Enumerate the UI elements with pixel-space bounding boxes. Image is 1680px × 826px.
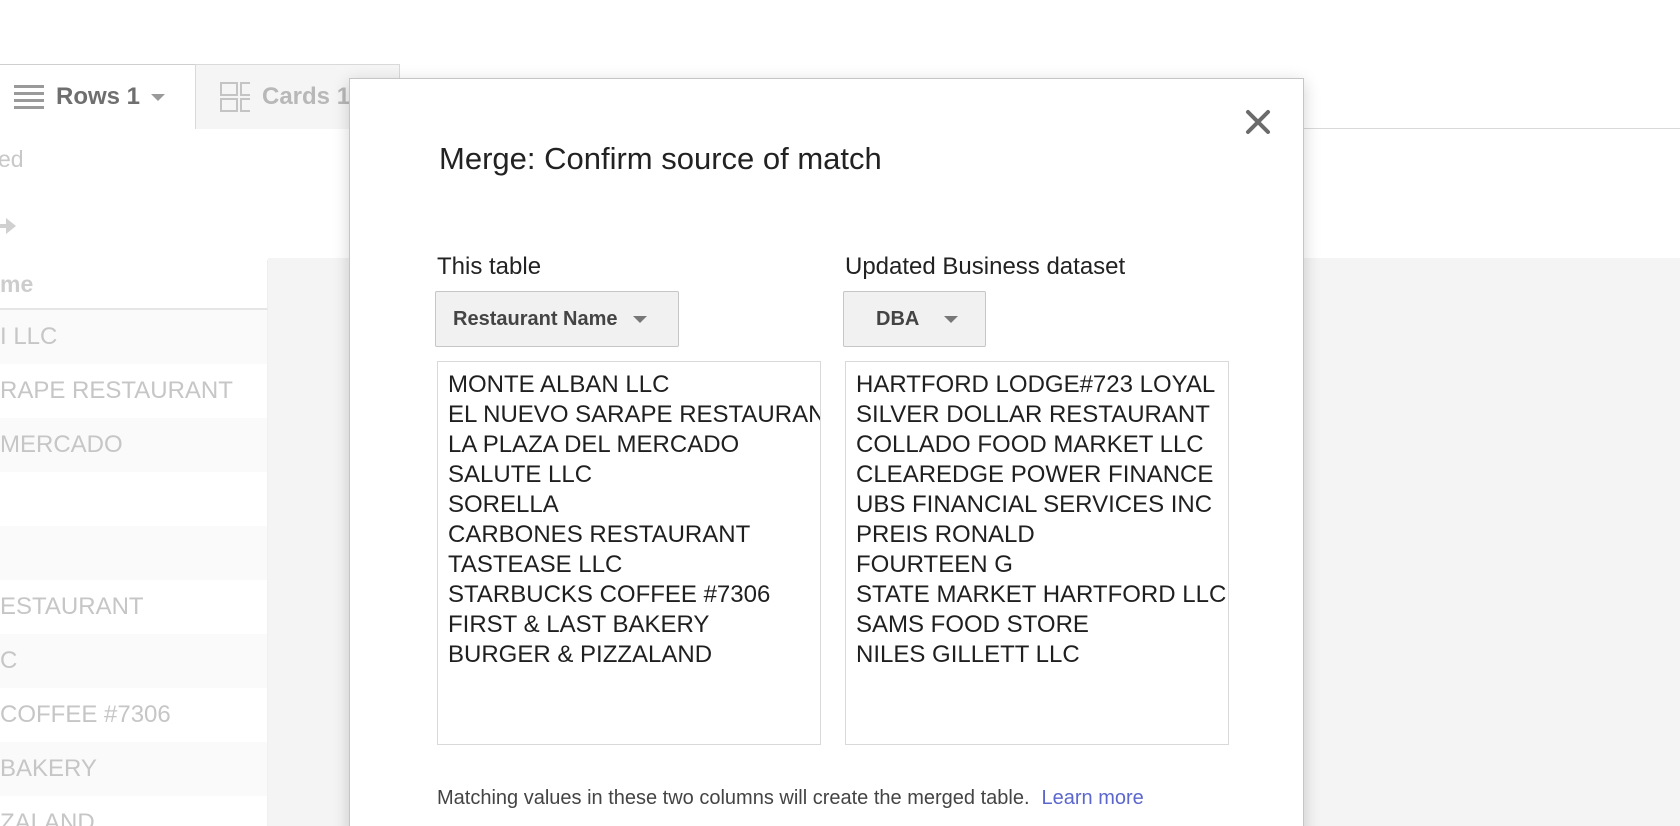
this-table-column-dropdown[interactable]: Restaurant Name [435, 291, 679, 347]
list-item: FIRST & LAST BAKERY [448, 611, 710, 638]
table-row[interactable]: C [0, 634, 268, 688]
list-item: SALUTE LLC [448, 461, 593, 488]
dataset-values-list[interactable]: HARTFORD LODGE#723 LOYAL SILVER DOLLAR RE… [845, 361, 1229, 745]
chevron-down-icon [943, 314, 959, 324]
list-item: SAMS FOOD STORE [856, 611, 1089, 638]
this-table-label: This table [437, 253, 542, 280]
merge-dialog: Merge: Confirm source of match This tabl… [349, 78, 1304, 826]
list-item: CARBONES RESTAURANT [448, 521, 751, 548]
table-row[interactable]: BAKERY [0, 742, 268, 796]
data-table: me I LLC RAPE RESTAURANT MERCADO ESTAURANT C… [0, 260, 268, 826]
list-item: LA PLAZA DEL MERCADO [448, 431, 740, 458]
list-item: CLEAREDGE POWER FINANCE [856, 461, 1214, 488]
learn-more-link[interactable]: Learn more [1042, 787, 1144, 809]
footer-note-text: Matching values in these two columns wil… [437, 787, 1030, 809]
status-text: ed [0, 146, 24, 172]
dataset-column-selected: DBA [876, 307, 920, 330]
cards-grid-icon [220, 82, 250, 112]
table-row[interactable]: MERCADO [0, 418, 268, 472]
list-item: PREIS RONALD [856, 521, 1035, 548]
table-cell: RAPE RESTAURANT [0, 377, 233, 404]
this-table-values-list[interactable]: MONTE ALBAN LLC EL NUEVO SARAPE RESTAURAN… [437, 361, 821, 745]
list-item: MONTE ALBAN LLC [448, 371, 670, 398]
dataset-column-dropdown[interactable]: DBA [843, 291, 986, 347]
list-item: SORELLA [448, 491, 559, 518]
table-row[interactable] [0, 472, 268, 526]
this-table-column-selected: Restaurant Name [453, 307, 618, 330]
table-row[interactable]: I LLC [0, 310, 268, 364]
list-item: EL NUEVO SARAPE RESTAURANT [448, 401, 821, 428]
table-row[interactable] [0, 526, 268, 580]
table-cell: MERCADO [0, 431, 123, 458]
table-cell: C [0, 647, 18, 674]
table-row[interactable]: COFFEE #7306 [0, 688, 268, 742]
table-row[interactable]: RAPE RESTAURANT [0, 364, 268, 418]
tab-rows[interactable]: Rows 1 [0, 64, 196, 129]
table-row[interactable]: ZALAND [0, 796, 268, 826]
list-item: STATE MARKET HARTFORD LLC [856, 581, 1227, 608]
list-item: TASTEASE LLC [448, 551, 623, 578]
list-item: HARTFORD LODGE#723 LOYAL [856, 371, 1216, 398]
table-row[interactable]: ESTAURANT [0, 580, 268, 634]
chevron-down-icon [632, 314, 648, 324]
table-cell: BAKERY [0, 755, 97, 782]
list-item: BURGER & PIZZALAND [448, 641, 713, 668]
column-header-name[interactable]: me [0, 260, 268, 310]
chevron-down-icon [150, 92, 166, 102]
table-cell: COFFEE #7306 [0, 701, 171, 728]
expand-arrow-icon[interactable] [0, 216, 18, 241]
list-item: UBS FINANCIAL SERVICES INC [856, 491, 1213, 518]
dataset-label: Updated Business dataset [845, 253, 1126, 280]
list-item: SILVER DOLLAR RESTAURANT [856, 401, 1210, 428]
tab-rows-label: Rows 1 [56, 83, 141, 110]
table-cell: I LLC [0, 323, 58, 350]
table-cell: ESTAURANT [0, 593, 144, 620]
rows-list-icon [14, 84, 44, 110]
table-cell: ZALAND [0, 809, 95, 826]
dialog-title: Merge: Confirm source of match [439, 141, 882, 176]
list-item: STARBUCKS COFFEE #7306 [448, 581, 771, 608]
list-item: NILES GILLETT LLC [856, 641, 1080, 668]
tab-cards-label: Cards 1 [262, 83, 351, 110]
list-item: COLLADO FOOD MARKET LLC [856, 431, 1204, 458]
close-icon[interactable] [1241, 105, 1275, 139]
footer-note: Matching values in these two columns wil… [437, 787, 1144, 810]
list-item: FOURTEEN G [856, 551, 1013, 578]
